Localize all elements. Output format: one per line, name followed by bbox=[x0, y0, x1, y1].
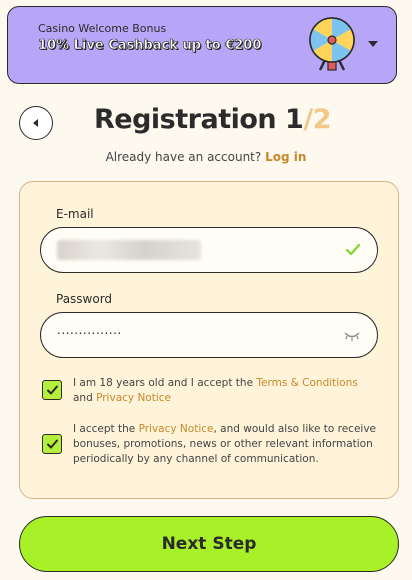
password-label: Password bbox=[56, 292, 113, 306]
page-title: Registration 1/2 bbox=[94, 104, 331, 135]
chevron-down-icon[interactable] bbox=[366, 37, 380, 51]
prize-wheel-icon bbox=[309, 17, 355, 71]
welcome-bonus-banner[interactable]: Casino Welcome Bonus 10% Live Cashback u… bbox=[7, 6, 397, 84]
marketing-privacy-link[interactable]: Privacy Notice bbox=[139, 423, 214, 435]
back-button[interactable] bbox=[19, 106, 53, 140]
login-prompt-text: Already have an account? bbox=[105, 150, 262, 164]
marketing-text: I accept the Privacy Notice, and would a… bbox=[73, 422, 379, 467]
step-total: /2 bbox=[303, 104, 331, 135]
email-value-redacted bbox=[57, 240, 201, 260]
password-mask: ............... bbox=[57, 323, 122, 337]
chevron-left-icon bbox=[33, 119, 38, 127]
checkmark-icon bbox=[46, 385, 58, 394]
login-link[interactable]: Log in bbox=[265, 150, 306, 164]
terms-link[interactable]: Terms & Conditions bbox=[256, 377, 357, 389]
login-prompt: Already have an account? Log in bbox=[0, 150, 412, 164]
terms-text-mid: and bbox=[73, 392, 97, 404]
step-current: 1 bbox=[285, 104, 304, 135]
terms-text-pre: I am 18 years old and I accept the bbox=[73, 377, 257, 389]
marketing-text-pre: I accept the bbox=[73, 423, 139, 435]
terms-checkbox[interactable] bbox=[42, 380, 62, 400]
check-icon bbox=[345, 243, 361, 256]
marketing-checkbox[interactable] bbox=[42, 434, 62, 454]
privacy-notice-link[interactable]: Privacy Notice bbox=[96, 392, 171, 404]
terms-text: I am 18 years old and I accept the Terms… bbox=[73, 376, 379, 406]
checkmark-icon bbox=[46, 439, 58, 448]
page-title-text: Registration bbox=[94, 104, 277, 135]
next-step-button[interactable]: Next Step bbox=[19, 516, 399, 572]
eye-closed-icon[interactable] bbox=[343, 329, 361, 343]
email-field[interactable] bbox=[40, 227, 378, 273]
bonus-title: 10% Live Cashback up to €200 bbox=[38, 38, 262, 54]
bonus-label: Casino Welcome Bonus bbox=[38, 22, 167, 35]
password-field[interactable]: ............... bbox=[40, 312, 378, 358]
email-label: E-mail bbox=[56, 207, 94, 221]
